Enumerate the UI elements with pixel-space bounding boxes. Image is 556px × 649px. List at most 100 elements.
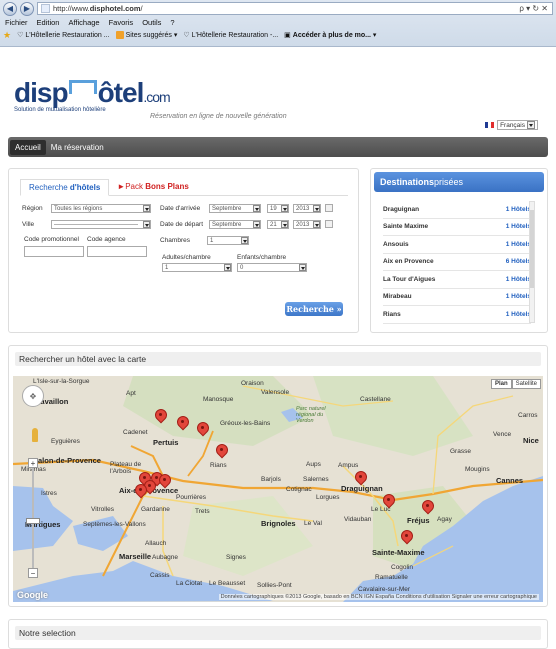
favorite-item[interactable]: ♡ L'Hôtellerie Restauration -...: [183, 31, 278, 40]
destinations-scrollbar[interactable]: [529, 201, 535, 323]
rooms-label: Chambres: [160, 237, 190, 244]
map-place-label: Gardanne: [141, 506, 170, 513]
chevron-down-icon: [527, 121, 535, 129]
url-tools-icons[interactable]: ρ ▾ ↻ ✕: [519, 4, 552, 13]
map-place-label: Aubagne: [152, 554, 179, 561]
street-view-pegman-icon[interactable]: [32, 428, 38, 442]
menu-edition[interactable]: Edition: [37, 18, 60, 27]
favorite-page-icon: ♡: [17, 32, 24, 39]
page-icon: [41, 4, 50, 13]
favorites-star-icon[interactable]: ★: [3, 30, 11, 41]
agence-code-input[interactable]: [87, 246, 147, 257]
back-icon[interactable]: ◀: [3, 1, 17, 16]
depart-month-select[interactable]: Septembre: [209, 220, 261, 229]
map-place-label: Barjols: [261, 476, 281, 483]
chevron-down-icon: [143, 205, 150, 212]
zoom-out-icon[interactable]: −: [28, 568, 38, 578]
menu-fichier[interactable]: Fichier: [5, 18, 28, 27]
list-item[interactable]: Draguignan 1 Hôtels: [383, 201, 531, 219]
address-bar[interactable]: http://www.disphotel.com/ ρ ▾ ↻ ✕: [37, 2, 553, 15]
ville-label: Ville: [22, 221, 35, 228]
calendar-icon[interactable]: [325, 204, 333, 212]
arrival-year-select[interactable]: 2013: [293, 204, 321, 213]
suggested-sites-icon: [115, 31, 124, 39]
favorite-item[interactable]: ♡ L'Hôtellerie Restauration ...: [17, 31, 110, 40]
url-text: http://www.disphotel.com/: [53, 4, 143, 13]
list-item[interactable]: La Tour d'Aigues 1 Hôtels: [383, 271, 531, 289]
french-flag-icon: [485, 122, 495, 128]
hotel-marker[interactable]: [197, 422, 207, 436]
hotel-marker[interactable]: [159, 474, 169, 488]
hotel-marker[interactable]: [135, 484, 145, 498]
zoom-control: + −: [26, 458, 40, 578]
chevron-down-icon: [143, 221, 150, 228]
tagline: Réservation en ligne de nouvelle générat…: [150, 113, 287, 120]
zoom-in-icon[interactable]: +: [28, 458, 38, 468]
map-attribution[interactable]: Données cartographiques ©2013 Google, ba…: [218, 594, 539, 600]
map-type-satellite-button[interactable]: Satellite: [511, 379, 541, 389]
map-place-label: Oraison: [241, 380, 264, 387]
hotel-marker[interactable]: [355, 471, 365, 485]
promo-code-input[interactable]: [24, 246, 84, 257]
forward-icon[interactable]: ▶: [20, 1, 34, 16]
map-place-label: Rians: [210, 462, 227, 469]
map-type-plan-button[interactable]: Plan: [490, 379, 512, 389]
language-select[interactable]: Français: [497, 120, 538, 130]
favorites-bar: ★ ♡ L'Hôtellerie Restauration ... Sites s…: [0, 28, 556, 42]
region-select[interactable]: Toutes les régions: [51, 204, 151, 213]
children-select[interactable]: 0: [237, 263, 307, 272]
arrival-day-select[interactable]: 19: [267, 204, 289, 213]
tab-accueil[interactable]: Accueil: [10, 139, 46, 155]
browser-navbar: ◀ ▶ http://www.disphotel.com/ ρ ▾ ↻ ✕: [0, 0, 556, 17]
map-place-label: Draguignan: [341, 484, 383, 493]
rooms-select[interactable]: 1: [207, 236, 249, 245]
search-panel: Recherche d'hôtels ►Pack Bons Plans Régi…: [8, 168, 359, 333]
map-canvas[interactable]: L'Isle-sur-la-Sorgue Cavaillon Apt Manos…: [13, 376, 543, 602]
tab-pack-bons-plans[interactable]: ►Pack Bons Plans: [109, 179, 197, 195]
favorite-item[interactable]: Sites suggérés ▾: [115, 31, 177, 39]
hotel-marker[interactable]: [155, 409, 165, 423]
tab-recherche-hotels[interactable]: Recherche d'hôtels: [20, 179, 110, 196]
calendar-icon[interactable]: [325, 220, 333, 228]
depart-label: Date de départ: [160, 221, 204, 228]
menu-affichage[interactable]: Affichage: [68, 18, 99, 27]
hotel-marker[interactable]: [216, 444, 226, 458]
map-place-label: Manosque: [203, 396, 234, 403]
zoom-slider-handle[interactable]: [26, 518, 40, 524]
depart-day-select[interactable]: 21: [267, 220, 289, 229]
site-logo[interactable]: disp ôtel.com Solution de mutualisation h…: [14, 77, 171, 113]
tab-ma-reservation[interactable]: Ma réservation: [46, 140, 109, 155]
adults-select[interactable]: 1: [162, 263, 232, 272]
ville-select[interactable]: ——————————————: [51, 220, 151, 229]
list-item[interactable]: Sainte Maxime 1 Hôtels: [383, 219, 531, 236]
destinations-list: Draguignan 1 Hôtels Sainte Maxime 1 Hôtels…: [383, 201, 531, 324]
map-place-label: Salernes: [303, 476, 329, 483]
list-item[interactable]: Aix en Provence 6 Hôtels: [383, 254, 531, 271]
depart-year-select[interactable]: 2013: [293, 220, 321, 229]
map-place-label: Sollies-Pont: [257, 582, 292, 589]
language-selector[interactable]: Français: [485, 120, 538, 130]
list-item[interactable]: Mirabeau 1 Hôtels: [383, 289, 531, 306]
menu-favoris[interactable]: Favoris: [109, 18, 134, 27]
favorite-page-icon: ♡: [183, 32, 190, 39]
list-item[interactable]: Rians 1 Hôtels: [383, 306, 531, 324]
list-item[interactable]: Ansouis 1 Hôtels: [383, 236, 531, 254]
pan-control-icon[interactable]: ✥: [22, 385, 44, 407]
favorite-item[interactable]: ▣ Accéder à plus de mo... ▾: [284, 31, 376, 39]
destinations-panel: Destinations prisées Draguignan 1 Hôtels …: [370, 168, 548, 333]
map-place-label: Grasse: [450, 448, 471, 455]
search-button[interactable]: Recherche »: [285, 302, 343, 316]
map-place-label: Vitrolles: [91, 506, 115, 513]
hotel-marker[interactable]: [422, 500, 432, 514]
menu-outils[interactable]: Outils: [142, 18, 161, 27]
map-place-label: Allauch: [145, 540, 167, 547]
google-logo[interactable]: Google: [17, 590, 48, 600]
hotel-marker[interactable]: [177, 416, 187, 430]
scrollbar-thumb[interactable]: [530, 210, 534, 288]
children-label: Enfants/chambre: [237, 254, 287, 261]
hotel-marker[interactable]: [383, 494, 393, 508]
hotel-marker[interactable]: [401, 530, 411, 544]
arrival-month-select[interactable]: Septembre: [209, 204, 261, 213]
menu-help[interactable]: ?: [170, 18, 174, 27]
map-place-label: Valensole: [261, 389, 290, 396]
